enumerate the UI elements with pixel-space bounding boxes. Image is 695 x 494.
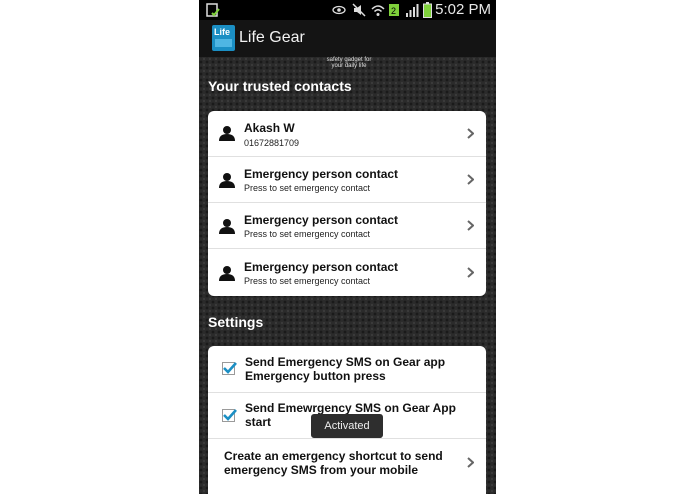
mute-icon (352, 3, 366, 17)
person-icon (219, 266, 235, 281)
setting-label: Send Emergency SMS on Gear app Emergency… (245, 355, 475, 383)
contact-name: Emergency person contact (244, 213, 399, 227)
contact-detail: Press to set emergency contact (244, 229, 371, 239)
banner-tagline: safety gadget for your daily life (289, 57, 409, 69)
contact-row[interactable]: Emergency person contact Press to set em… (208, 157, 486, 203)
person-icon (219, 126, 235, 141)
contacts-card: Akash W 01672881709 Emergency person con… (208, 111, 486, 296)
shortcut-label: Create an emergency shortcut to send eme… (224, 449, 459, 477)
contact-name: Akash W (244, 121, 295, 135)
chevron-right-icon (467, 174, 474, 185)
app-logo-text: Life (214, 27, 231, 37)
status-bar: 2 5:02 PM (199, 0, 496, 20)
eye-icon (332, 5, 346, 15)
signal-icon (406, 4, 419, 17)
person-icon (219, 173, 235, 188)
tagline-line-2: your daily life (331, 63, 367, 69)
data-icon: 2 (389, 4, 399, 16)
contacts-header: Your trusted contacts (208, 78, 352, 94)
app-logo-stripe (215, 39, 232, 47)
contact-row[interactable]: Emergency person contact Press to set em… (208, 249, 486, 296)
wifi-icon (371, 5, 385, 16)
checkbox[interactable] (222, 409, 237, 422)
action-bar: Life Life Gear (199, 20, 496, 57)
checkbox[interactable] (222, 362, 237, 375)
settings-header: Settings (208, 314, 264, 330)
chevron-right-icon (467, 220, 474, 231)
contact-detail: 01672881709 (244, 138, 300, 148)
contact-row[interactable]: Akash W 01672881709 (208, 111, 486, 157)
gallery-notification-icon (206, 3, 220, 17)
app-logo-icon[interactable]: Life (212, 25, 235, 51)
shortcut-label-line-2: emergency SMS from your mobile (224, 463, 419, 477)
checkmark-icon (223, 362, 237, 374)
status-time: 5:02 PM (435, 1, 491, 18)
svg-text:2: 2 (391, 6, 396, 16)
contact-detail: Press to set emergency contact (244, 276, 371, 286)
battery-icon (423, 2, 432, 18)
setting-label-line-2: Emergency button press (245, 369, 386, 383)
setting-row[interactable]: Send Emergency SMS on Gear app Emergency… (208, 346, 486, 393)
app-title: Life Gear (239, 29, 305, 46)
contact-name: Emergency person contact (244, 260, 399, 274)
shortcut-row[interactable]: Create an emergency shortcut to send eme… (208, 439, 486, 494)
chevron-right-icon (467, 267, 474, 278)
toast-message: Activated (311, 414, 383, 438)
phone-screen: 2 5:02 PM Life Life Gear safety gadget f… (199, 0, 496, 494)
contact-name: Emergency person contact (244, 167, 399, 181)
setting-label-line-1: Send Emewrgency SMS on Gear App (245, 401, 456, 415)
checkmark-icon (223, 409, 237, 421)
setting-label-line-1: Send Emergency SMS on Gear app (245, 355, 446, 369)
person-icon (219, 219, 235, 234)
chevron-right-icon (467, 457, 474, 468)
shortcut-label-line-1: Create an emergency shortcut to send (224, 449, 443, 463)
contact-detail: Press to set emergency contact (244, 183, 371, 193)
chevron-right-icon (467, 128, 474, 139)
contact-row[interactable]: Emergency person contact Press to set em… (208, 203, 486, 249)
